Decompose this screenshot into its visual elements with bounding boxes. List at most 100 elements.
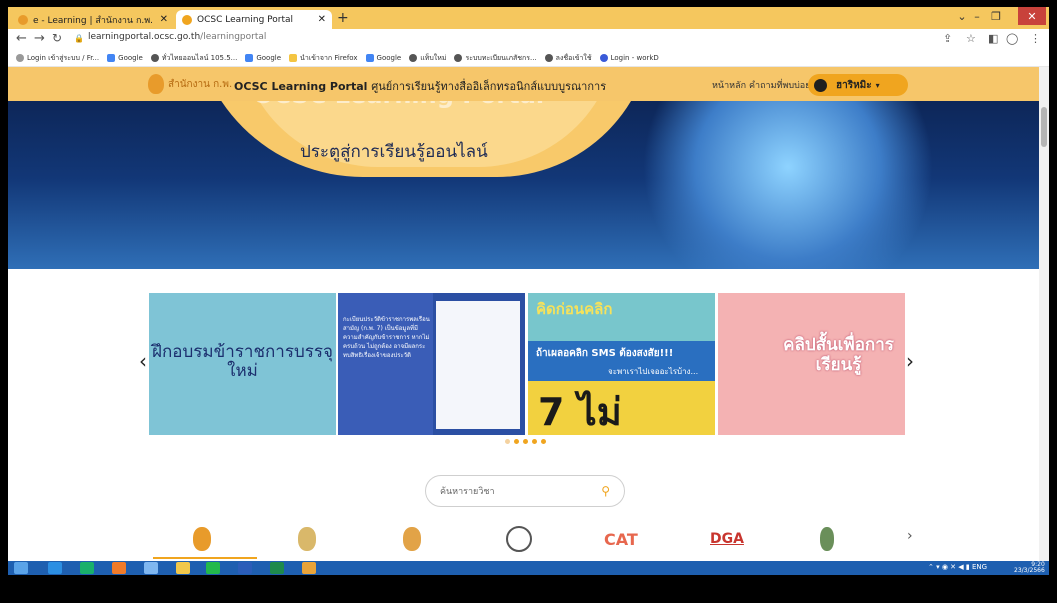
chevron-left-icon[interactable]: ‹ — [139, 349, 147, 373]
carousel-dots — [505, 439, 546, 444]
bookmark-item[interactable]: ทั่วไทยออนไลน์ 105.5... — [150, 53, 237, 64]
globe-icon — [150, 54, 159, 62]
address-bar[interactable]: learningportal.ocsc.go.th/learningportal — [88, 32, 266, 42]
bookmark-item[interactable]: Login - workD — [599, 54, 659, 62]
close-window-icon[interactable]: ✕ — [1018, 7, 1046, 25]
globe-icon — [454, 54, 463, 62]
close-tab-icon[interactable]: ✕ — [318, 14, 326, 25]
chrome-icon[interactable] — [144, 562, 158, 574]
excel-icon[interactable] — [270, 562, 284, 574]
slide-text: จะพาเราไปเจออะไรบ้าง... — [608, 367, 699, 376]
close-tab-icon[interactable]: ✕ — [160, 14, 168, 25]
user-menu-button[interactable]: ฮาริหมิะ ▾ — [808, 74, 908, 96]
emblem-icon — [403, 527, 421, 551]
edge-icon[interactable] — [48, 562, 62, 574]
minimize-icon[interactable]: – — [970, 7, 984, 25]
page-scrollbar[interactable] — [1039, 67, 1049, 561]
bookmark-item[interactable]: Login เข้าสู่ระบบ / Fr... — [16, 53, 99, 64]
chevron-right-icon[interactable]: › — [907, 528, 913, 544]
document-image — [436, 301, 520, 429]
org-logo-2[interactable] — [298, 526, 316, 552]
share-icon[interactable]: ⇪ — [943, 32, 952, 45]
org-logo-dga[interactable]: DGA — [710, 526, 744, 552]
bookmark-item[interactable]: ระบบทะเบียนเภสัชกร... — [454, 53, 537, 64]
bookmark-star-icon[interactable]: ☆ — [966, 32, 976, 45]
carousel-slide[interactable]: ฝึกอบรมข้าราชการบรรจุใหม่ — [149, 293, 336, 435]
clock[interactable]: 9:20 23/3/2566 — [1014, 562, 1045, 574]
menu-icon[interactable]: ⋮ — [1030, 32, 1041, 45]
scroll-thumb[interactable] — [1041, 107, 1047, 147]
chevron-down-icon: ▾ — [875, 80, 880, 90]
site-header: สำนักงาน ก.พ. OCSC Learning Portal ศูนย์… — [8, 67, 1039, 101]
carousel-slide[interactable]: กะเบียนประวัติข้าราชการพลเรือนสามัญ (ก.พ… — [338, 293, 525, 435]
globe-icon — [16, 54, 24, 62]
carousel-slide[interactable]: คิดก่อนคลิก ถ้าเผลอคลิก SMS ต้องสงสัย!!!… — [528, 293, 715, 435]
ocsc-favicon-icon — [18, 14, 28, 25]
bookmark-item[interactable]: Google — [107, 54, 143, 62]
bookmark-item[interactable]: ลงชื่อเข้าใช้ — [544, 53, 592, 64]
language-indicator[interactable]: ENG — [972, 563, 987, 571]
org-logo-7[interactable] — [820, 526, 834, 552]
search-placeholder: ค้นหารายวิชา — [440, 487, 495, 497]
globe-icon — [409, 54, 418, 62]
back-icon[interactable]: ← — [16, 31, 27, 46]
restore-icon[interactable]: ❐ — [988, 7, 1004, 25]
url-host: learningportal.ocsc.go.th — [88, 32, 201, 42]
emblem-icon — [820, 527, 834, 551]
tab-elearning[interactable]: e - Learning | สำนักงาน ก.พ. (OCSC ✕ — [12, 10, 174, 29]
site-logo[interactable]: สำนักงาน ก.พ. — [148, 74, 232, 94]
banner-carousel: ‹ ฝึกอบรมข้าราชการบรรจุใหม่ กะเบียนประวั… — [8, 269, 1039, 459]
google-icon — [107, 54, 116, 62]
tab-learning-portal[interactable]: OCSC Learning Portal ✕ — [176, 10, 332, 29]
file-explorer-icon[interactable] — [176, 562, 190, 574]
carousel-slide[interactable]: คลิปสั้นเพื่อการเรียนรู้ — [718, 293, 905, 435]
profile-icon[interactable]: ◯ — [1006, 32, 1018, 45]
system-tray[interactable]: ⌃ ▾ ◉ ✕ ◀ ▮ ENG — [928, 563, 987, 571]
carousel-dot[interactable] — [532, 439, 537, 444]
user-avatar-icon — [814, 78, 827, 92]
ocsc-seal-icon — [193, 527, 211, 551]
google-icon — [245, 54, 254, 62]
org-logo-cat[interactable]: CAT — [604, 526, 638, 552]
slide-text: ถ้าเผลอคลิก SMS ต้องสงสัย!!! — [536, 348, 674, 359]
line-icon[interactable] — [206, 562, 220, 574]
bookmark-item[interactable]: Google — [365, 54, 401, 62]
start-icon[interactable] — [14, 562, 28, 574]
carousel-dot[interactable] — [541, 439, 546, 444]
ocsc-logo[interactable] — [193, 526, 211, 552]
forward-icon[interactable]: → — [34, 31, 45, 46]
sidepanel-icon[interactable]: ◧ — [988, 32, 998, 45]
web-page: OCSC Learning Portal ประตูสู่การเรียนรู้… — [8, 67, 1039, 561]
chrome-active-icon[interactable] — [302, 562, 316, 574]
chevron-right-icon[interactable]: › — [906, 349, 914, 373]
bookmark-item[interactable]: Google — [245, 54, 281, 62]
active-underline — [153, 557, 257, 559]
folder-icon — [289, 54, 298, 62]
lock-icon: 🔒 — [74, 34, 84, 43]
course-search-input[interactable]: ค้นหารายวิชา ⚲ — [425, 475, 625, 507]
nav-faq[interactable]: คำถามที่พบบ่อย — [749, 78, 810, 92]
google-icon — [365, 54, 374, 62]
bookmark-item[interactable]: นำเข้าจาก Firefox — [289, 53, 358, 64]
org-logo-3[interactable] — [403, 526, 421, 552]
hero-tagline: ประตูสู่การเรียนรู้ออนไลน์ — [300, 142, 488, 162]
new-tab-icon[interactable]: + — [337, 10, 349, 26]
nav-home[interactable]: หน้าหลัก — [712, 78, 746, 92]
slide-heading: คิดก่อนคลิก — [536, 300, 613, 318]
reload-icon[interactable]: ↻ — [52, 31, 62, 45]
carousel-dot[interactable] — [514, 439, 519, 444]
browser-toolbar: ← → ↻ 🔒 learningportal.ocsc.go.th/learni… — [8, 29, 1049, 50]
ocsc-favicon-icon — [182, 14, 192, 25]
slide-text: ฝึกอบรมข้าราชการบรรจุใหม่ — [152, 342, 333, 381]
carousel-dot[interactable] — [505, 439, 510, 444]
firefox-icon[interactable] — [112, 562, 126, 574]
carousel-dot[interactable] — [523, 439, 528, 444]
search-icon[interactable]: ⚲ — [601, 484, 610, 498]
bookmarks-bar: Login เข้าสู่ระบบ / Fr... Google ทั่วไทย… — [8, 50, 1049, 67]
chevron-down-icon[interactable]: ⌄ — [955, 7, 969, 25]
org-logo-4[interactable] — [506, 526, 532, 552]
store-icon[interactable] — [80, 562, 94, 574]
word-icon[interactable] — [238, 562, 252, 574]
bookmark-item[interactable]: แท็บใหม่ — [409, 53, 446, 64]
globe-icon — [544, 54, 553, 62]
